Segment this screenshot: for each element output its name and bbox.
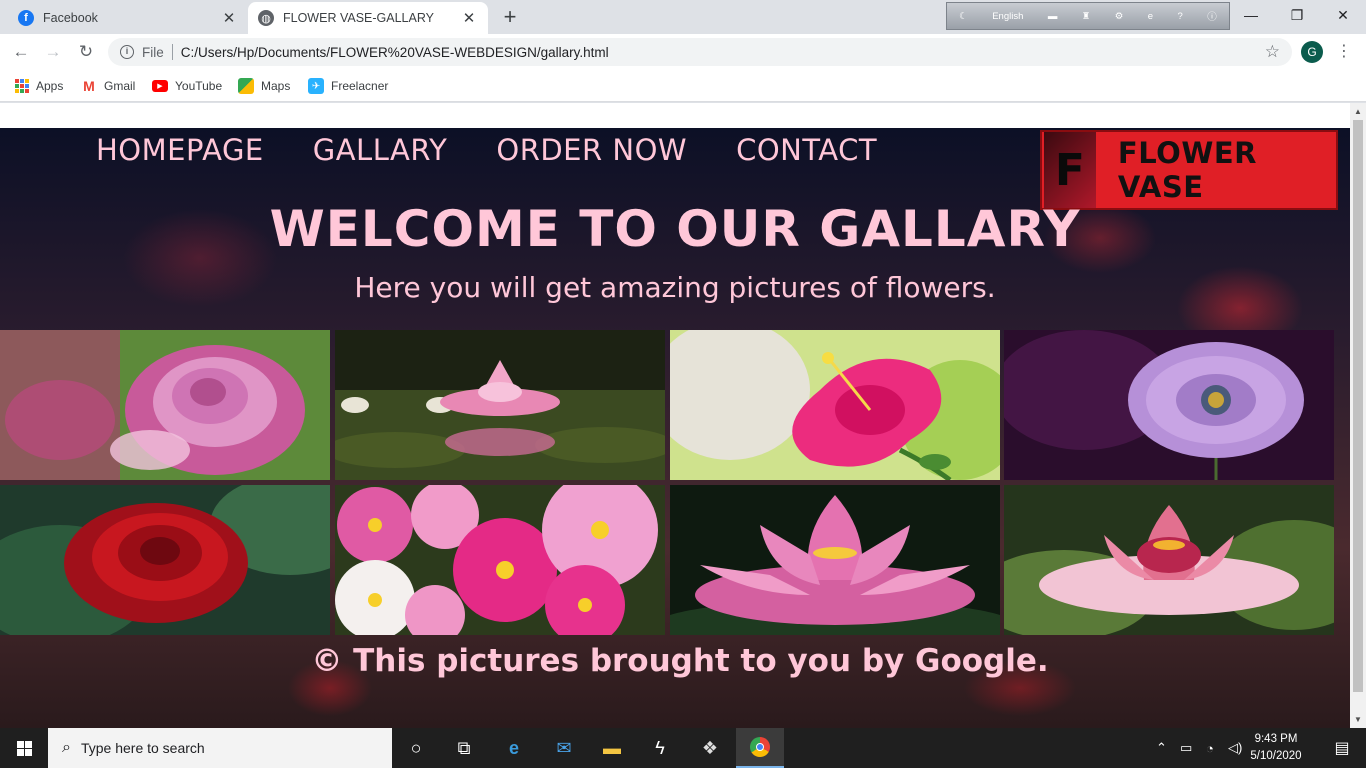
cortana-icon[interactable]: ○ [392, 728, 440, 768]
search-placeholder: Type here to search [80, 740, 205, 756]
battery-icon[interactable]: ▭ [1180, 728, 1192, 768]
scrollbar-thumb[interactable] [1353, 120, 1363, 692]
search-icon: ⌕ [62, 739, 71, 756]
keyboard-icon[interactable]: ▬ [1048, 11, 1058, 22]
tab-title: Facebook [43, 11, 98, 25]
bookmark-label: Freelacner [331, 79, 389, 93]
address-bar[interactable]: i File C:/Users/Hp/Documents/FLOWER%20VA… [108, 38, 1292, 66]
gallery-photo-pink-water-lily[interactable] [335, 330, 665, 480]
mail-icon[interactable]: ✉ [540, 728, 588, 768]
site-info-icon[interactable]: i [120, 45, 134, 59]
scroll-up-icon[interactable]: ▲ [1350, 103, 1366, 120]
maps-icon [238, 78, 254, 94]
volume-icon[interactable]: ◁) [1228, 728, 1242, 768]
freelancer-icon: ✈ [308, 78, 324, 94]
new-tab-button[interactable]: + [498, 6, 522, 30]
browser-toolbar: ← → ↻ i File C:/Users/Hp/Documents/FLOWE… [0, 34, 1366, 70]
tab-flower-vase-gallary[interactable]: ◍ FLOWER VASE-GALLARY ✕ [248, 2, 488, 34]
restore-button[interactable]: ❐ [1274, 0, 1320, 30]
edge-icon[interactable]: e [490, 728, 538, 768]
logo-letter: F [1044, 132, 1096, 208]
bookmark-youtube[interactable]: ▶ YouTube [152, 76, 222, 96]
back-button[interactable]: ← [9, 40, 33, 64]
notifications-icon[interactable]: ▤ [1318, 728, 1366, 768]
task-view-icon[interactable]: ⧉ [440, 728, 488, 768]
taskbar-search[interactable]: ⌕ Type here to search [48, 728, 392, 768]
gmail-icon: M [83, 78, 95, 94]
site-navigation: HOMEPAGE GALLARY ORDER NOW CONTACT [96, 133, 926, 167]
page-scrollbar[interactable]: ▲ ▼ [1350, 103, 1366, 728]
tab-strip: f Facebook ✕ ◍ FLOWER VASE-GALLARY ✕ + ☾… [0, 0, 1366, 34]
start-button[interactable] [0, 728, 48, 768]
flower-vase-site: HOMEPAGE GALLARY ORDER NOW CONTACT F FLO… [0, 128, 1350, 728]
bookmark-label: Gmail [104, 79, 136, 93]
profile-avatar[interactable]: G [1301, 41, 1323, 63]
close-window-button[interactable]: ✕ [1320, 0, 1366, 30]
gallery-photo-pink-hibiscus[interactable] [670, 330, 1000, 480]
windows-taskbar: ⌕ Type here to search ○ ⧉ e ✉ ▬ ϟ ❖ ⌃ ▭ … [0, 728, 1366, 768]
close-tab-icon[interactable]: ✕ [460, 9, 478, 27]
bookmark-maps[interactable]: Maps [238, 76, 290, 96]
globe-icon: ◍ [258, 10, 274, 26]
bookmarks-bar: Apps M Gmail ▶ YouTube Maps ✈ Freelacner [0, 70, 1366, 102]
bookmark-apps[interactable]: Apps [14, 76, 63, 96]
show-hidden-icons[interactable]: ⌃ [1156, 728, 1167, 768]
bookmark-label: Maps [261, 79, 291, 93]
youtube-icon: ▶ [152, 80, 168, 92]
gallery-credit-note: © This pictures brought to you by Google… [311, 643, 1049, 679]
clock-time: 9:43 PM [1254, 733, 1298, 745]
address-url[interactable]: C:/Users/Hp/Documents/FLOWER%20VASE-WEBD… [181, 45, 609, 60]
bookmark-freelancer[interactable]: ✈ Freelacner [308, 76, 388, 96]
facebook-icon: f [18, 10, 34, 26]
forward-button[interactable]: → [41, 40, 65, 64]
bookmark-label: YouTube [175, 79, 223, 93]
dropbox-icon[interactable]: ❖ [686, 728, 734, 768]
browser-menu-icon[interactable]: ⋮ [1336, 41, 1352, 63]
gallery-photo-purple-daisy[interactable] [1004, 330, 1334, 480]
address-separator [171, 44, 173, 60]
chrome-icon[interactable] [736, 728, 784, 768]
nav-gallary[interactable]: GALLARY [313, 133, 448, 167]
settings-icon[interactable]: ⚙ [1115, 11, 1124, 22]
language-bar[interactable]: ☾ English ▬ ♜ ⚙ e ? ⓘ [946, 2, 1230, 30]
minimize-button[interactable]: — [1228, 0, 1274, 30]
app-s-icon[interactable]: ϟ [636, 728, 684, 768]
page-subtitle: Here you will get amazing pictures of fl… [354, 271, 996, 304]
nav-homepage[interactable]: HOMEPAGE [96, 133, 264, 167]
bookmark-gmail[interactable]: M Gmail [81, 76, 135, 96]
site-logo[interactable]: F FLOWER VASE [1040, 130, 1338, 210]
help-icon[interactable]: ? [1178, 11, 1183, 22]
language-label[interactable]: English [992, 11, 1023, 22]
close-tab-icon[interactable]: ✕ [220, 9, 238, 27]
photo-gallery [0, 330, 1336, 635]
file-explorer-icon[interactable]: ▬ [588, 728, 636, 768]
language-bar-grip-icon: ☾ [959, 10, 968, 22]
gallery-photo-cosmos-flowers[interactable] [335, 485, 665, 635]
tab-facebook[interactable]: f Facebook ✕ [8, 2, 248, 34]
tab-title: FLOWER VASE-GALLARY [283, 11, 434, 25]
scroll-down-icon[interactable]: ▼ [1350, 711, 1366, 728]
reload-button[interactable]: ↻ [74, 40, 98, 64]
nav-contact[interactable]: CONTACT [736, 133, 877, 167]
address-scheme: File [142, 44, 164, 60]
taskbar-clock[interactable]: 9:43 PM 5/10/2020 [1244, 731, 1308, 765]
wifi-icon[interactable]: ◔ [1206, 728, 1214, 768]
windows-logo-icon [16, 740, 32, 756]
page-title: WELCOME TO OUR GALLARY [269, 200, 1081, 258]
gallery-photo-pink-rose[interactable] [0, 330, 330, 480]
page-viewport: HOMEPAGE GALLARY ORDER NOW CONTACT F FLO… [0, 103, 1366, 728]
ie-icon[interactable]: e [1148, 11, 1153, 22]
bookmark-label: Apps [36, 79, 64, 93]
info-icon[interactable]: ⓘ [1207, 9, 1217, 23]
gallery-photo-pink-water-lily-on-pads[interactable] [1004, 485, 1334, 635]
handwriting-icon[interactable]: ♜ [1082, 11, 1091, 22]
clock-date: 5/10/2020 [1250, 750, 1302, 762]
nav-order-now[interactable]: ORDER NOW [496, 133, 687, 167]
gallery-photo-pink-lotus[interactable] [670, 485, 1000, 635]
gallery-photo-red-rose[interactable] [0, 485, 330, 635]
bookmark-star-icon[interactable]: ☆ [1265, 42, 1280, 62]
apps-grid-icon [14, 78, 30, 94]
logo-name: FLOWER VASE [1117, 136, 1257, 204]
